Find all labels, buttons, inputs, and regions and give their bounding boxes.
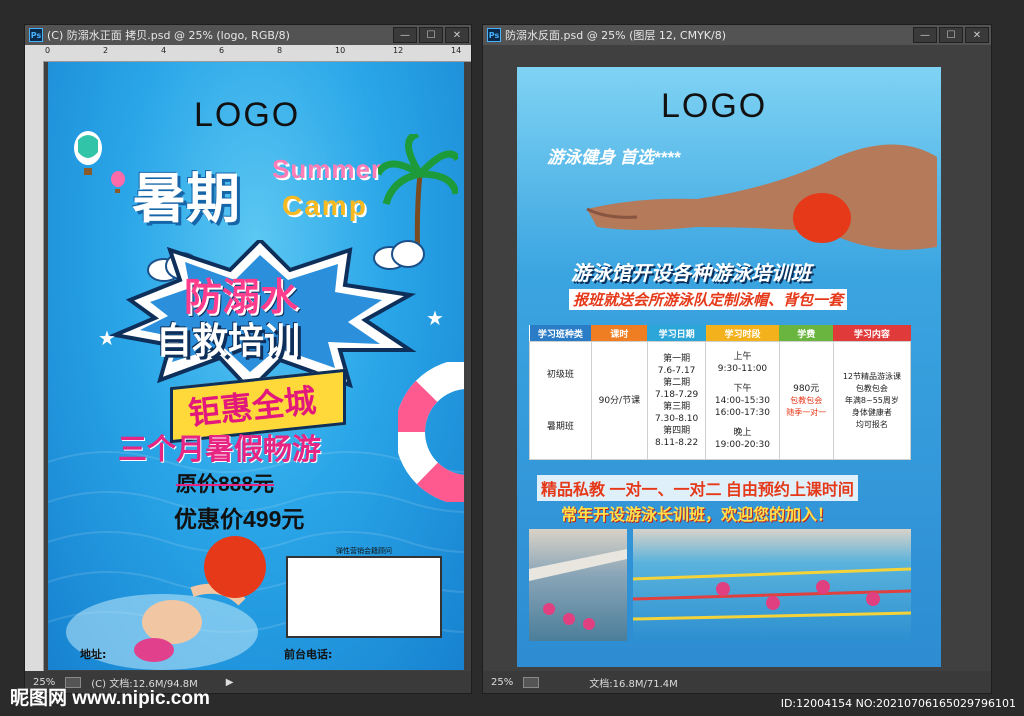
swimmer-image <box>586 144 937 250</box>
flyer-logo: LOGO <box>194 96 301 134</box>
right-canvas[interactable]: LOGO 游泳健身 首选**** 游泳馆开设各种游泳培训班 报班就送会所游泳队定… <box>483 45 991 671</box>
address-label: 地址: <box>80 648 107 661</box>
summer-title: 暑期 <box>132 169 240 229</box>
headline-self-rescue: 自救培训 <box>156 320 301 361</box>
status-arrow-icon[interactable]: ▶ <box>226 677 234 688</box>
right-window-titlebar[interactable]: Ps 防溺水反面.psd @ 25% (图层 12, CMYK/8) — ☐ ✕ <box>483 25 991 45</box>
content-cell: 12节精品游泳课 包教包会 年满8~55周岁 身体健康者 均可报名 <box>832 341 912 460</box>
small-balloon-icon <box>111 171 125 193</box>
course-table: 学习班种类 课时 学习日期 学习时段 学费 学习内容 初级班 暑期班 90分/节… <box>529 325 912 460</box>
class-photo-2 <box>633 529 911 641</box>
qr-placeholder-box <box>286 556 442 638</box>
class-photo-1 <box>529 529 627 641</box>
subline: 报班就送会所游泳队定制泳帽、背包一套 <box>569 289 848 310</box>
status-menu-button[interactable] <box>523 676 540 688</box>
maximize-button[interactable]: ☐ <box>419 27 443 43</box>
right-document-window[interactable]: Ps 防溺水反面.psd @ 25% (图层 12, CMYK/8) — ☐ ✕… <box>482 24 992 694</box>
promo-line-2: 常年开设游泳长训班，欢迎您的加入！ <box>561 507 834 524</box>
photo-content <box>529 549 627 630</box>
back-flyer: LOGO 游泳健身 首选**** 游泳馆开设各种游泳培训班 报班就送会所游泳队定… <box>517 67 941 667</box>
photoshop-icon: Ps <box>29 28 43 42</box>
watermark: 昵图网 www.nipic.com <box>10 688 210 709</box>
table-header: 学习时段 <box>705 325 780 342</box>
flyer-logo: LOGO <box>661 87 768 125</box>
ruler-tick: 12 <box>393 46 404 55</box>
image-id: ID:12004154 NO:20210706165029796101 <box>780 697 1016 710</box>
hot-air-balloon-icon <box>74 131 102 175</box>
maximize-button[interactable]: ☐ <box>939 27 963 43</box>
close-button[interactable]: ✕ <box>965 27 989 43</box>
table-header: 学费 <box>779 325 834 342</box>
table-header-row: 学习班种类 课时 学习日期 学习时段 学费 学习内容 <box>529 325 911 342</box>
discount-price: 优惠价499元 <box>174 506 305 532</box>
document-size: 文档:16.8M/71.4M <box>589 678 678 690</box>
ruler-tick: 14 <box>451 46 462 55</box>
face-mask-dot <box>204 536 266 598</box>
ruler-tick: 0 <box>45 46 51 55</box>
table-header: 学习内容 <box>833 325 911 342</box>
ruler-tick: 6 <box>219 46 225 55</box>
minimize-button[interactable]: — <box>393 27 417 43</box>
times-cell: 上午 9:30-11:00 下午 14:00-15:30 16:00-17:30… <box>705 341 780 460</box>
table-header: 学习日期 <box>647 325 706 342</box>
left-window-titlebar[interactable]: Ps (C) 防溺水正面 拷贝.psd @ 25% (logo, RGB/8) … <box>25 25 471 45</box>
left-window-title: (C) 防溺水正面 拷贝.psd @ 25% (logo, RGB/8) <box>47 29 290 42</box>
star-icon: ★ <box>98 326 116 350</box>
headline: 游泳馆开设各种游泳培训班 <box>571 263 811 285</box>
front-flyer: LOGO 暑期 Summer Camp 防溺水 自救培训 ★ ★ 钜惠全城 三个… <box>48 62 464 670</box>
ruler-tick: 4 <box>161 46 167 55</box>
table-row: 初级班 暑期班 90分/节课 第一期 7.6-7.17 第二期 7.18-7.2… <box>529 341 912 460</box>
phone-label: 前台电话: <box>284 648 333 661</box>
minimize-button[interactable]: — <box>913 27 937 43</box>
right-status-bar: 25% 文档:16.8M/71.4M <box>483 671 991 693</box>
right-window-title: 防溺水反面.psd @ 25% (图层 12, CMYK/8) <box>505 29 727 42</box>
dates-cell: 第一期 7.6-7.17 第二期 7.18-7.29 第三期 7.30-8.10… <box>646 341 707 460</box>
box-caption: 弹性营销会籍顾问 <box>336 547 392 555</box>
face-mask-dot <box>793 193 851 243</box>
table-header: 学习班种类 <box>529 325 592 342</box>
ruler-corner <box>25 45 43 61</box>
vertical-ruler[interactable] <box>25 61 44 671</box>
promo-line-1: 精品私教 一对一、一对二 自由预约上课时间 <box>537 475 858 501</box>
class-type: 初级班 <box>546 369 574 380</box>
left-canvas[interactable]: LOGO 暑期 Summer Camp 防溺水 自救培训 ★ ★ 钜惠全城 三个… <box>44 62 471 671</box>
close-button[interactable]: ✕ <box>445 27 469 43</box>
ruler-tick: 8 <box>277 46 283 55</box>
table-header: 课时 <box>591 325 648 342</box>
ruler-tick: 2 <box>103 46 109 55</box>
lifebuoy-icon <box>398 362 464 502</box>
subhead: 三个月暑假畅游 <box>118 434 322 466</box>
star-icon: ★ <box>426 306 444 330</box>
ruler-tick: 10 <box>335 46 346 55</box>
photoshop-icon: Ps <box>487 28 501 42</box>
camp-word: Camp <box>282 190 368 221</box>
original-price: 原价888元 <box>176 473 275 496</box>
fee-cell: 980元 包教包会 随季一对一 <box>778 341 834 460</box>
horizontal-ruler[interactable]: 0 2 4 6 8 10 12 14 <box>43 45 471 62</box>
zoom-level[interactable]: 25% <box>491 677 513 688</box>
left-document-window[interactable]: Ps (C) 防溺水正面 拷贝.psd @ 25% (logo, RGB/8) … <box>24 24 472 694</box>
class-type: 暑期班 <box>546 421 574 432</box>
summer-word: Summer <box>272 154 383 184</box>
hours-cell: 90分/节课 <box>590 341 648 460</box>
photo-content <box>633 567 911 621</box>
class-type-cell: 初级班 暑期班 <box>529 341 592 460</box>
